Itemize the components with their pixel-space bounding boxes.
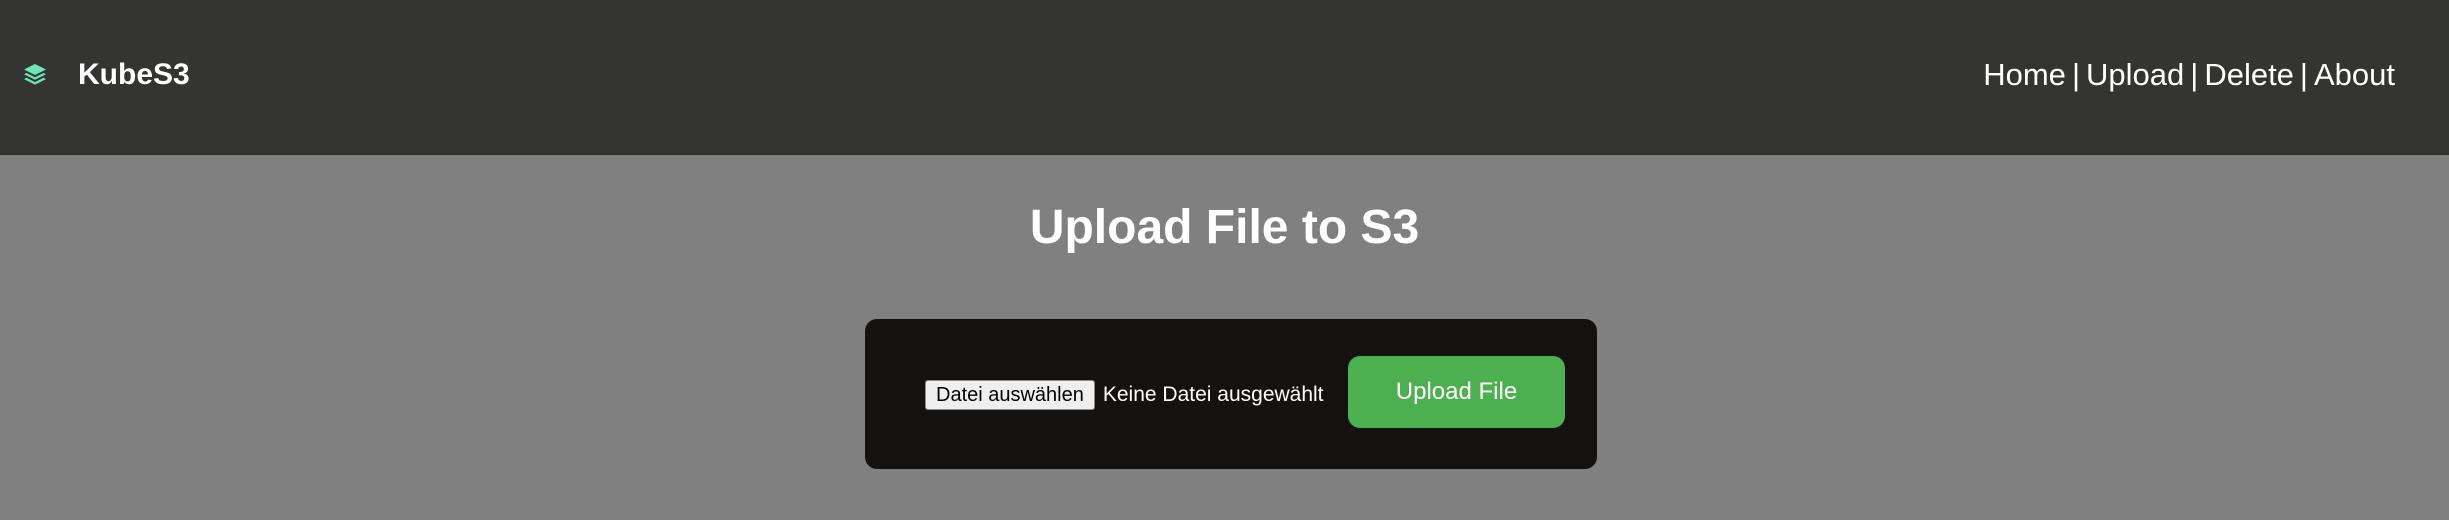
page-title: Upload File to S3 [1029,201,1420,254]
nav-link-about[interactable]: About [2314,57,2395,92]
upload-file-button[interactable]: Upload File [1348,356,1565,428]
layers-icon [22,62,48,88]
nav-separator: | [2190,57,2199,92]
nav-link-upload[interactable]: Upload [2086,57,2184,92]
upload-form-card: Datei auswählen Keine Datei ausgewählt U… [865,319,1597,469]
nav-link-home[interactable]: Home [1983,57,2066,92]
brand-name: KubeS3 [78,58,190,91]
file-input[interactable]: Datei auswählen Keine Datei ausgewählt [925,380,1324,410]
top-navbar: KubeS3 Home | Upload | Delete | About [0,0,2449,155]
nav-separator: | [2299,57,2308,92]
file-status-text: Keine Datei ausgewählt [1102,383,1324,406]
nav-separator: | [2071,57,2080,92]
main-nav: Home | Upload | Delete | About [1983,56,2395,94]
nav-link-delete[interactable]: Delete [2204,57,2294,92]
choose-file-button[interactable]: Datei auswählen [925,380,1095,410]
brand[interactable]: KubeS3 [22,57,190,93]
